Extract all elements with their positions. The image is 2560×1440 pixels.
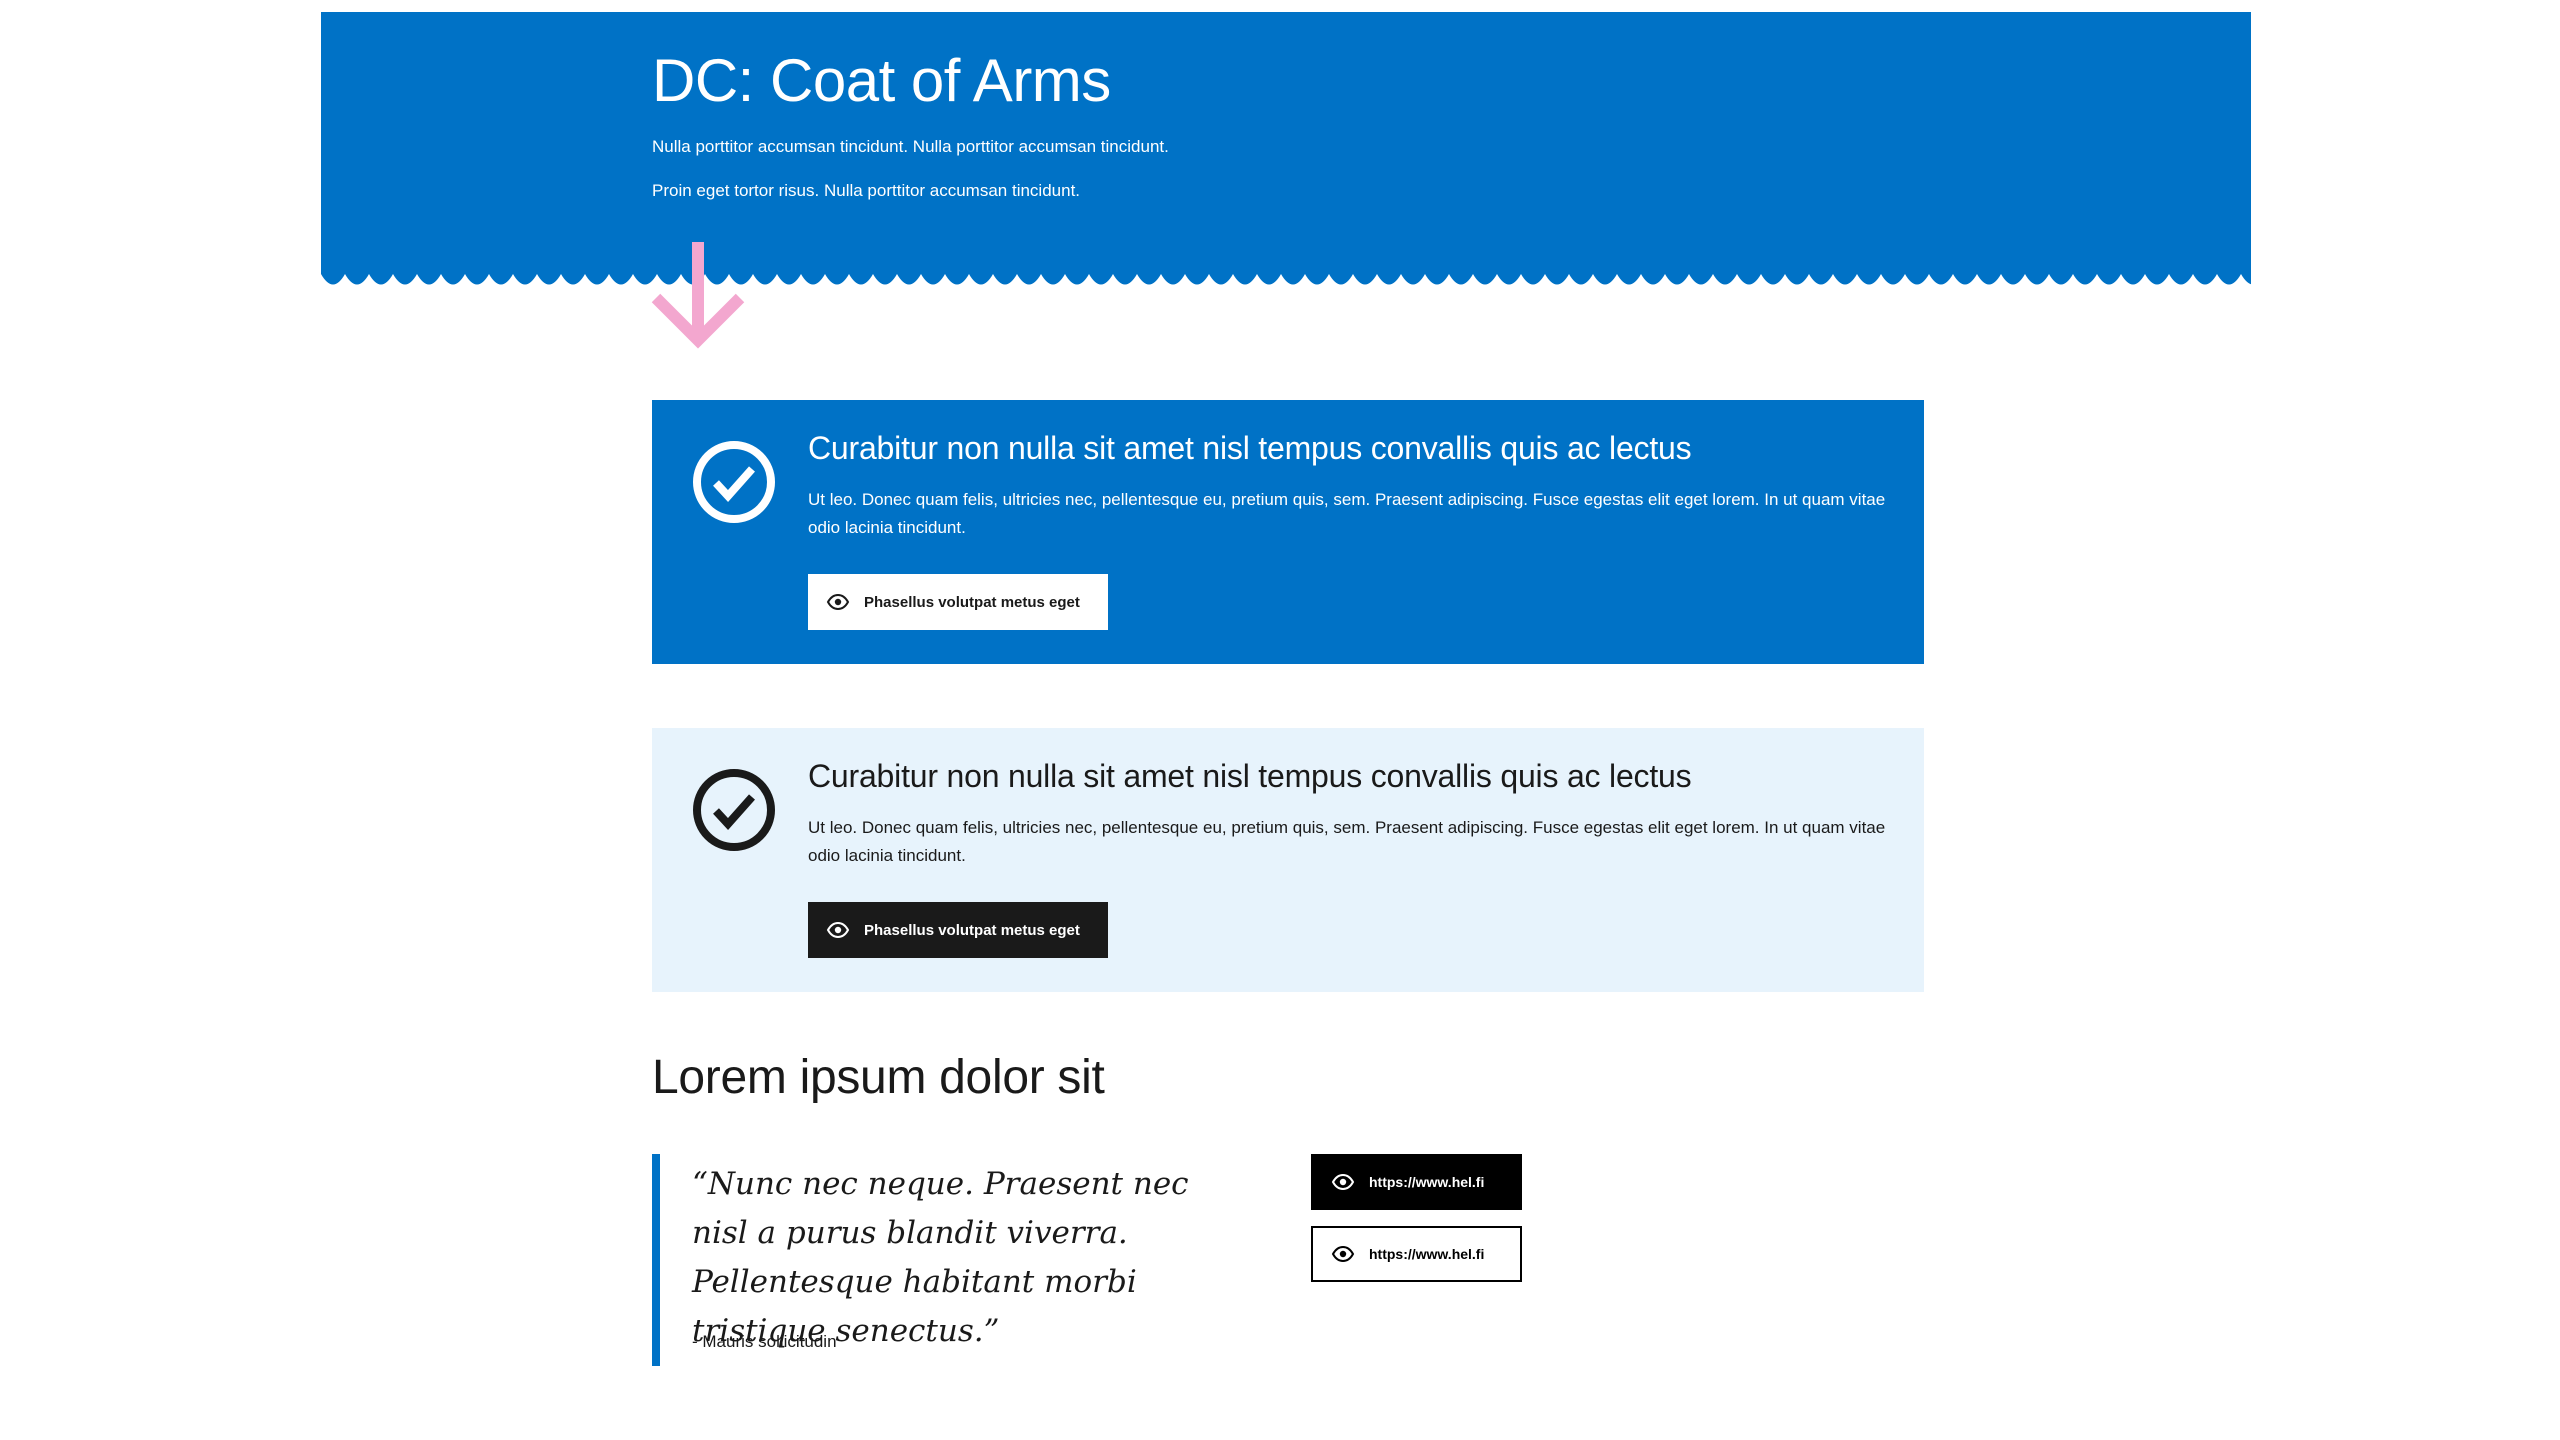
check-circle-icon xyxy=(693,769,775,851)
eye-icon xyxy=(826,921,850,939)
section-heading: Lorem ipsum dolor sit xyxy=(652,1051,1105,1104)
link-button-filled[interactable]: https://www.hel.fi xyxy=(1311,1154,1522,1210)
card-action-button[interactable]: Phasellus volutpat metus eget xyxy=(808,574,1108,630)
quote-author: - Mauris sollicitudin xyxy=(692,1332,837,1351)
hero-description-line-2: Proin eget tortor risus. Nulla porttitor… xyxy=(652,181,1081,200)
hero-wave-edge xyxy=(321,270,2251,288)
hero-description-line-1: Nulla porttitor accumsan tincidunt. Null… xyxy=(652,137,1169,156)
card-action-label: Phasellus volutpat metus eget xyxy=(864,921,1080,939)
card-action-button[interactable]: Phasellus volutpat metus eget xyxy=(808,902,1108,958)
link-label: https://www.hel.fi xyxy=(1369,1174,1485,1190)
eye-icon xyxy=(1331,1173,1355,1191)
card-action-label: Phasellus volutpat metus eget xyxy=(864,593,1080,611)
card-title: Curabitur non nulla sit amet nisl tempus… xyxy=(808,430,1692,466)
notification-card-light: Curabitur non nulla sit amet nisl tempus… xyxy=(652,728,1924,992)
eye-icon xyxy=(826,593,850,611)
page-title: DC: Coat of Arms xyxy=(652,47,1111,114)
card-body: Ut leo. Donec quam felis, ultricies nec,… xyxy=(808,818,1886,865)
blockquote: “Nunc nec neque. Praesent nec nisl a pur… xyxy=(652,1154,1252,1366)
check-circle-icon xyxy=(693,441,775,523)
notification-card-primary: Curabitur non nulla sit amet nisl tempus… xyxy=(652,400,1924,664)
arrow-down-icon xyxy=(651,242,745,349)
quote-text: “Nunc nec neque. Praesent nec nisl a pur… xyxy=(692,1166,1189,1349)
link-button-outline[interactable]: https://www.hel.fi xyxy=(1311,1226,1522,1282)
card-title: Curabitur non nulla sit amet nisl tempus… xyxy=(808,758,1692,794)
link-label: https://www.hel.fi xyxy=(1369,1246,1485,1262)
card-body: Ut leo. Donec quam felis, ultricies nec,… xyxy=(808,490,1886,537)
hero-banner xyxy=(321,12,2251,274)
eye-icon xyxy=(1331,1245,1355,1263)
